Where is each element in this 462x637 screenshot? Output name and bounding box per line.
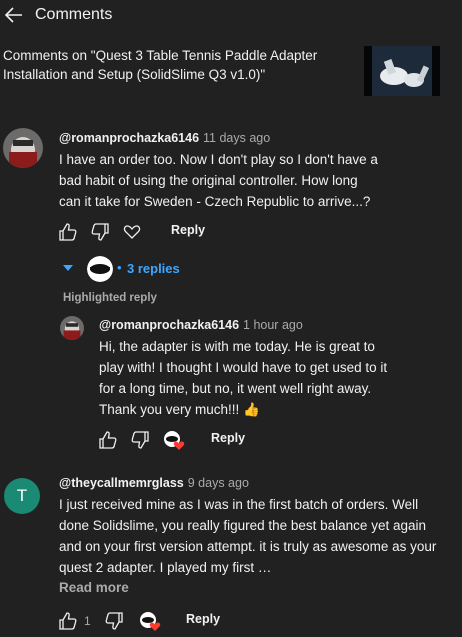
replies-toggle[interactable]: • 3 replies: [63, 256, 203, 282]
avatar[interactable]: [3, 128, 43, 168]
comment-actions: 1 Reply: [58, 611, 258, 633]
comment-author[interactable]: @romanprochazka6146 1 hour ago: [99, 318, 303, 332]
comment-author[interactable]: @romanprochazka6146 11 days ago: [59, 131, 270, 145]
comments-page: Comments Comments on "Quest 3 Table Tenn…: [0, 0, 462, 637]
comment-time[interactable]: 9 days ago: [188, 476, 249, 490]
video-info: Comments on "Quest 3 Table Tennis Paddle…: [0, 42, 462, 100]
comment-author[interactable]: @theycallmemrglass 9 days ago: [59, 476, 249, 490]
comment-actions: Reply: [58, 222, 258, 244]
thumbs-down-icon[interactable]: [104, 611, 124, 631]
reply-button[interactable]: Reply: [211, 431, 245, 445]
creator-heart-icon[interactable]: [138, 611, 162, 633]
video-title: Comments on "Quest 3 Table Tennis Paddle…: [3, 48, 318, 82]
comment-time[interactable]: 1 hour ago: [243, 318, 303, 332]
header: Comments: [0, 0, 462, 34]
comment-text: I just received mine as I was in the fir…: [59, 497, 437, 575]
creator-avatar: [87, 256, 113, 282]
caret-down-icon: [63, 265, 73, 271]
avatar[interactable]: [60, 316, 84, 340]
reply-button[interactable]: Reply: [186, 612, 220, 626]
replies-count[interactable]: 3 replies: [127, 261, 180, 276]
author-name[interactable]: @theycallmemrglass: [59, 476, 184, 490]
thumbs-up-icon[interactable]: [58, 222, 78, 242]
heart-icon[interactable]: [122, 222, 142, 242]
video-thumbnail[interactable]: [364, 46, 440, 96]
comment-actions: Reply: [98, 430, 298, 452]
thumbs-down-icon[interactable]: [90, 222, 110, 242]
author-name[interactable]: @romanprochazka6146: [59, 131, 199, 145]
read-more-button[interactable]: Read more: [59, 580, 129, 595]
comment-time[interactable]: 11 days ago: [203, 131, 270, 145]
replies-dot: •: [117, 260, 122, 275]
author-name[interactable]: @romanprochazka6146: [99, 318, 239, 332]
creator-heart-icon[interactable]: [162, 430, 186, 452]
avatar-letter: T: [16, 486, 28, 505]
avatar[interactable]: T: [4, 478, 40, 514]
thumbs-up-icon[interactable]: [98, 430, 118, 450]
comment-text: I have an order too. Now I don't play so…: [59, 152, 378, 209]
back-arrow-icon[interactable]: [4, 5, 24, 25]
like-count: 1: [84, 614, 91, 628]
header-title: Comments: [35, 6, 113, 23]
thumbs-down-icon[interactable]: [130, 430, 150, 450]
comment-text: Hi, the adapter is with me today. He is …: [99, 339, 388, 417]
highlighted-reply-label: Highlighted reply: [63, 292, 157, 304]
thumbs-up-icon[interactable]: [58, 611, 78, 631]
reply-button[interactable]: Reply: [171, 223, 205, 237]
